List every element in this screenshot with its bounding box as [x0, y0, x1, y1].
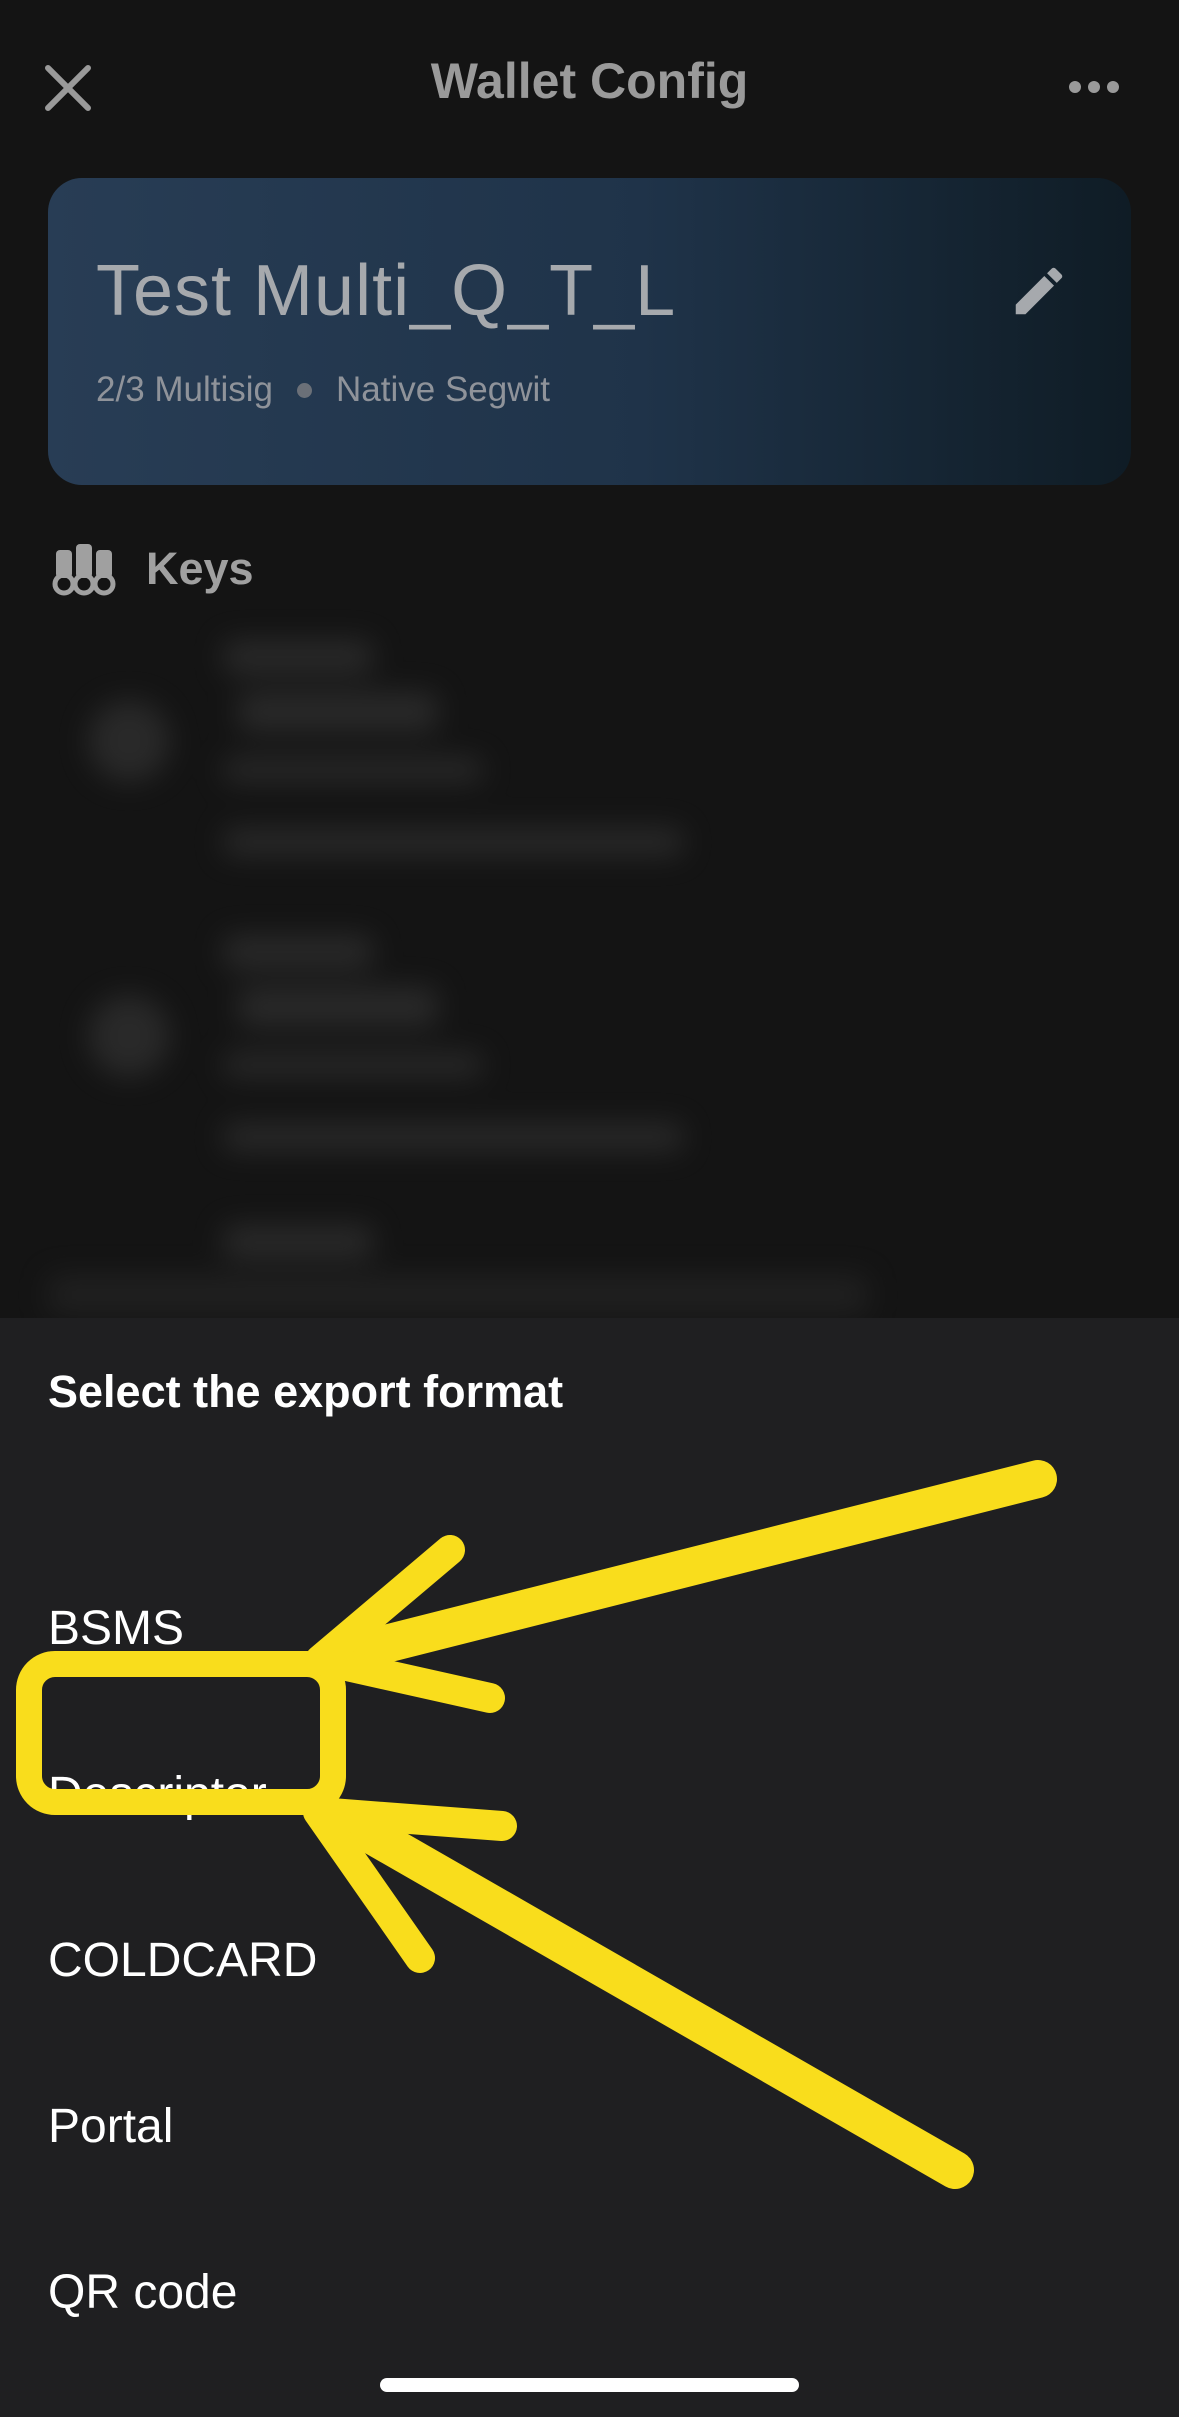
edit-wallet-button[interactable] [1008, 260, 1070, 322]
export-format-sheet: Select the export format BSMS Descriptor… [0, 1318, 1179, 2417]
export-option-qr-code[interactable]: QR code [48, 2232, 1131, 2352]
option-label: QR code [48, 2265, 238, 2319]
option-label: Descriptor [48, 1767, 267, 1821]
wallet-name: Test Multi_Q_T_L [96, 251, 677, 331]
option-label: COLDCARD [48, 1933, 318, 1987]
key-row-blurred [48, 630, 708, 890]
keys-icon [52, 544, 116, 596]
more-horizontal-icon [1069, 81, 1119, 93]
key-row-blurred [48, 925, 708, 1185]
more-options-button[interactable] [1068, 72, 1120, 102]
export-option-coldcard[interactable]: COLDCARD [48, 1900, 1131, 2020]
sheet-title: Select the export format [48, 1366, 564, 1417]
export-option-portal[interactable]: Portal [48, 2066, 1131, 2186]
wallet-meta: 2/3 Multisig Native Segwit [96, 370, 550, 410]
key-row-blurred [48, 1215, 868, 1320]
address-type: Native Segwit [336, 370, 551, 409]
export-option-descriptor[interactable]: Descriptor [48, 1734, 1131, 1854]
option-label: BSMS [48, 1601, 185, 1655]
pencil-icon [1015, 267, 1063, 315]
page-title: Wallet Config [430, 53, 749, 109]
separator-dot [297, 382, 313, 398]
top-bar: Wallet Config [0, 0, 1179, 175]
keys-section-header: Keys [52, 540, 254, 598]
wallet-card: Test Multi_Q_T_L 2/3 Multisig Native Seg… [48, 178, 1131, 485]
keys-label: Keys [146, 543, 254, 594]
wallet-type: 2/3 Multisig [96, 370, 274, 409]
option-label: Portal [48, 2099, 174, 2153]
export-option-bsms[interactable]: BSMS [48, 1568, 1131, 1688]
home-indicator [380, 2378, 799, 2392]
wallet-config-screen: Wallet Config Test Multi_Q_T_L 2/3 Multi… [0, 0, 1179, 1320]
